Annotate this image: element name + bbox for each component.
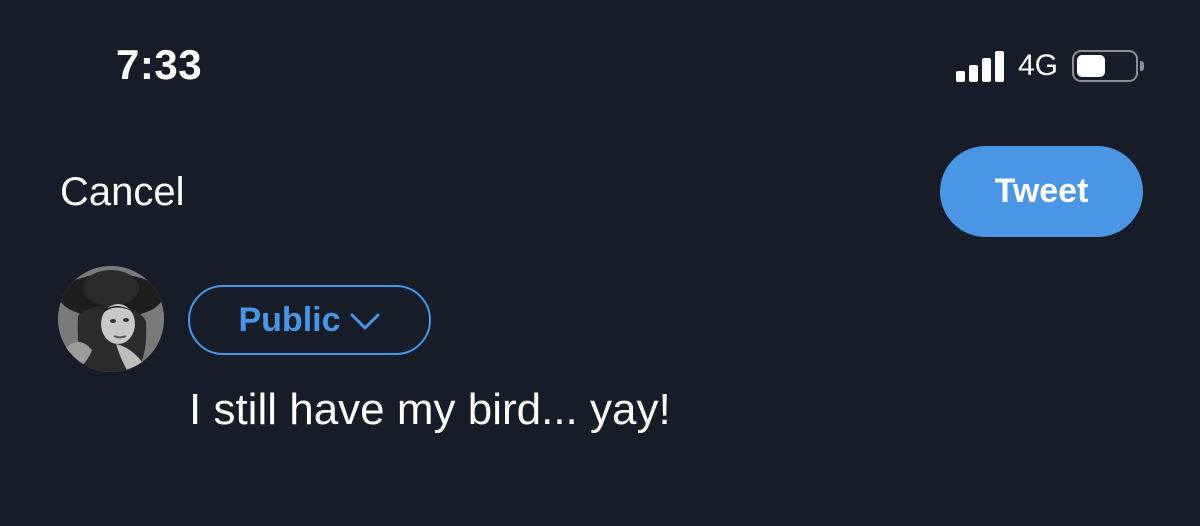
audience-label: Public (238, 300, 341, 339)
battery-icon (1072, 50, 1144, 82)
avatar-photo (58, 266, 164, 372)
avatar[interactable] (58, 266, 164, 372)
status-time: 7:33 (116, 41, 203, 88)
network-type: 4G (1017, 49, 1058, 82)
battery-level-fill (1077, 55, 1105, 77)
cancel-button[interactable]: Cancel (60, 168, 185, 216)
tweet-text-input[interactable]: I still have my bird... yay! (189, 383, 671, 437)
tweet-button[interactable]: Tweet (940, 146, 1143, 237)
audience-selector[interactable]: Public (188, 285, 431, 355)
status-indicators: 4G (955, 44, 1144, 88)
chevron-down-icon (350, 313, 380, 330)
cellular-signal-icon (955, 50, 1004, 82)
